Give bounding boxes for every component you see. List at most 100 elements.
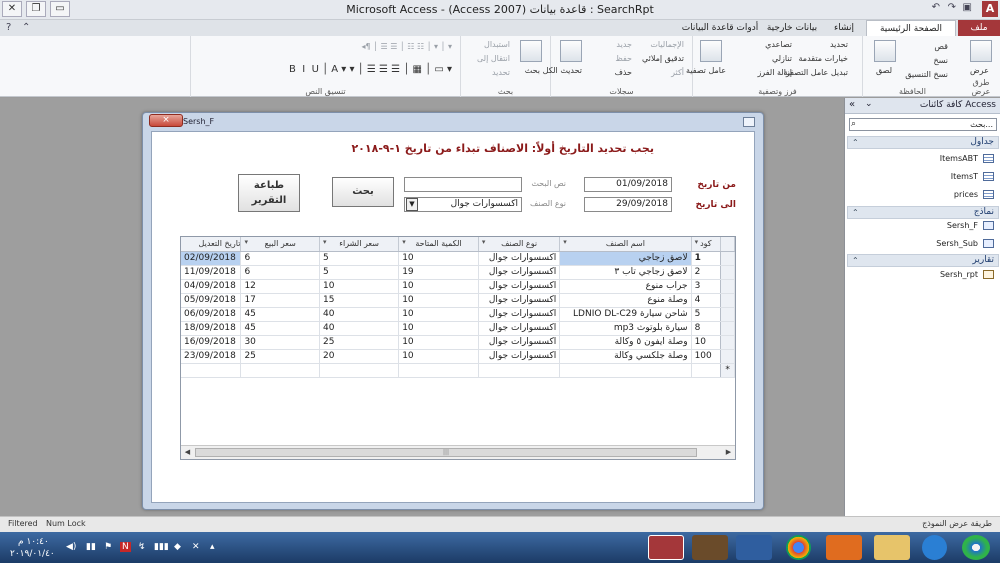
row-selector[interactable] bbox=[720, 321, 735, 336]
network-icon[interactable]: ▮▮ bbox=[86, 542, 96, 552]
cut-button[interactable]: قص bbox=[934, 42, 948, 51]
nav-section-forms[interactable]: ⌃ نماذج bbox=[847, 206, 999, 219]
new-record-cell[interactable] bbox=[559, 363, 692, 378]
cell-buy-price[interactable]: 25 bbox=[319, 335, 400, 350]
new-record-cell[interactable] bbox=[691, 363, 722, 378]
ie-taskbar-icon[interactable] bbox=[922, 535, 947, 560]
table-row[interactable]: 2 لاصق زجاجي تاب ٣ اكسسوارات جوال 19 5 6 11/09… bbox=[181, 265, 735, 280]
security-icon[interactable]: ◆ bbox=[174, 542, 181, 552]
tab-home[interactable]: الصفحة الرئيسية bbox=[866, 20, 956, 36]
font-tools-row2[interactable]: B I U │ A ▾ ▾ │ ☰ ☰ ☰ │ ▦ │ ▭ ▾ bbox=[289, 64, 452, 75]
row-selector[interactable] bbox=[720, 349, 735, 364]
cell-sell-price[interactable]: 6 bbox=[240, 251, 321, 266]
cell-sell-price[interactable]: 45 bbox=[240, 321, 321, 336]
cell-date[interactable]: 04/09/2018 bbox=[181, 279, 242, 294]
row-selector[interactable] bbox=[720, 307, 735, 322]
filter-icon[interactable] bbox=[700, 40, 722, 62]
col-header-date[interactable]: تاريخ التعديل bbox=[181, 237, 242, 252]
binoculars-icon[interactable] bbox=[520, 40, 542, 62]
signal-icon[interactable]: ▮▮▮ bbox=[154, 542, 169, 552]
show-hidden-icon[interactable]: ▴ bbox=[210, 542, 215, 552]
format-painter-button[interactable]: نسخ التنسيق bbox=[905, 70, 948, 79]
cell-buy-price[interactable]: 10 bbox=[319, 279, 400, 294]
shutter-bar-icon[interactable]: « bbox=[849, 99, 855, 110]
col-header-buy-price[interactable]: سعر الشراء ▾ bbox=[319, 237, 400, 252]
from-date-input[interactable]: 01/09/2018 bbox=[584, 177, 672, 192]
volume-icon[interactable]: ◀) bbox=[66, 542, 76, 552]
nav-header[interactable]: « ⌄ كافة كائنات Access bbox=[845, 98, 1000, 114]
cell-date[interactable]: 23/09/2018 bbox=[181, 349, 242, 364]
print-report-button[interactable]: طباعة التقرير bbox=[238, 174, 300, 212]
row-selector[interactable] bbox=[720, 335, 735, 350]
table-row[interactable]: 8 سيارة بلوتوث mp3 اكسسوارات جوال 10 40 45 18/… bbox=[181, 321, 735, 336]
cell-code[interactable]: 100 bbox=[691, 349, 722, 364]
cell-code[interactable]: 2 bbox=[691, 265, 722, 280]
select-button[interactable]: تحديد bbox=[492, 68, 510, 77]
view-button[interactable]: عرض bbox=[970, 66, 989, 75]
tray-icon[interactable]: ↯ bbox=[138, 542, 146, 552]
access-taskbar-icon[interactable] bbox=[648, 535, 684, 560]
cell-name[interactable]: لاصق زجاجي bbox=[559, 251, 692, 266]
cell-name[interactable]: جراب منوع bbox=[559, 279, 692, 294]
cell-date[interactable]: 11/09/2018 bbox=[181, 265, 242, 280]
cell-qty[interactable]: 19 bbox=[398, 265, 479, 280]
clock[interactable]: ١٠:٤٠ م ٢٠١٩/٠١/٤٠ bbox=[6, 535, 62, 561]
nav-search-input[interactable]: بحث... bbox=[849, 118, 997, 131]
totals-button[interactable]: الإجماليات bbox=[650, 40, 684, 49]
media-player-taskbar-icon[interactable] bbox=[826, 535, 862, 560]
paste-icon[interactable] bbox=[874, 40, 896, 62]
nav-item-sersh-rpt[interactable]: Sersh_rpt bbox=[940, 270, 994, 279]
cell-name[interactable]: شاحن سيارة LDNIO DL-C29 bbox=[559, 307, 692, 322]
explorer-taskbar-icon[interactable] bbox=[874, 535, 910, 560]
cell-buy-price[interactable]: 20 bbox=[319, 349, 400, 364]
nav-item-itemsabt[interactable]: ItemsABT bbox=[940, 154, 994, 163]
paragraph-tools-row1[interactable]: ◂¶ │ ☰ ☰ │ ☷ ☷ │ ▾ │ ▾ bbox=[361, 42, 452, 51]
select-all-cell[interactable] bbox=[720, 237, 735, 252]
cell-name[interactable]: سيارة بلوتوث mp3 bbox=[559, 321, 692, 336]
nav-item-sersh-f[interactable]: Sersh_F bbox=[947, 221, 994, 230]
cell-name[interactable]: لاصق زجاجي تاب ٣ bbox=[559, 265, 692, 280]
new-record-cell[interactable] bbox=[240, 363, 321, 378]
redo-icon[interactable]: ↷ bbox=[948, 2, 956, 13]
flag-icon[interactable]: ⚑ bbox=[104, 542, 112, 552]
cell-date[interactable]: 16/09/2018 bbox=[181, 335, 242, 350]
cell-sell-price[interactable]: 12 bbox=[240, 279, 321, 294]
cell-code[interactable]: 5 bbox=[691, 307, 722, 322]
tray-icon[interactable]: ✕ bbox=[192, 542, 200, 552]
form-close-button[interactable]: × bbox=[149, 114, 183, 127]
tab-create[interactable]: إنشاء bbox=[824, 20, 864, 36]
new-record-marker[interactable]: * bbox=[720, 363, 735, 378]
tab-external-data[interactable]: بيانات خارجية bbox=[762, 20, 822, 36]
cell-qty[interactable]: 10 bbox=[398, 307, 479, 322]
table-row[interactable]: 4 وصلة منوع اكسسوارات جوال 10 15 17 05/09/2018 bbox=[181, 293, 735, 308]
winrar-taskbar-icon[interactable] bbox=[692, 535, 728, 560]
search-text-input[interactable] bbox=[404, 177, 522, 192]
cell-buy-price[interactable]: 40 bbox=[319, 307, 400, 322]
paste-button[interactable]: لصق bbox=[876, 66, 892, 75]
view-icon[interactable] bbox=[970, 40, 992, 62]
start-button[interactable] bbox=[962, 535, 990, 560]
col-header-type[interactable]: نوع الصنف ▾ bbox=[478, 237, 561, 252]
new-record-row[interactable]: * bbox=[181, 363, 735, 378]
cell-sell-price[interactable]: 6 bbox=[240, 265, 321, 280]
chevron-down-icon[interactable]: ▼ bbox=[406, 198, 418, 211]
row-selector[interactable] bbox=[720, 251, 735, 266]
cell-buy-price[interactable]: 40 bbox=[319, 321, 400, 336]
replace-button[interactable]: استبدال bbox=[484, 40, 510, 49]
scroll-right-icon[interactable]: ▶ bbox=[724, 448, 733, 457]
scroll-left-icon[interactable]: ◀ bbox=[183, 448, 192, 457]
new-record-cell[interactable] bbox=[478, 363, 561, 378]
spelling-button[interactable]: تدقيق إملائي bbox=[642, 54, 684, 63]
cell-buy-price[interactable]: 15 bbox=[319, 293, 400, 308]
row-selector[interactable] bbox=[720, 279, 735, 294]
col-header-sell-price[interactable]: سعر البيع ▾ bbox=[240, 237, 321, 252]
to-date-input[interactable]: 29/09/2018 bbox=[584, 197, 672, 212]
descending-button[interactable]: تنازلي bbox=[772, 54, 792, 63]
help-icon[interactable]: ? bbox=[6, 22, 11, 33]
cell-qty[interactable]: 10 bbox=[398, 251, 479, 266]
cell-name[interactable]: وصلة ايفون ٥ وكالة bbox=[559, 335, 692, 350]
cell-type[interactable]: اكسسوارات جوال bbox=[478, 335, 561, 350]
nav-section-reports[interactable]: ⌃ تقارير bbox=[847, 254, 999, 267]
cell-sell-price[interactable]: 17 bbox=[240, 293, 321, 308]
cell-date[interactable]: 06/09/2018 bbox=[181, 307, 242, 322]
